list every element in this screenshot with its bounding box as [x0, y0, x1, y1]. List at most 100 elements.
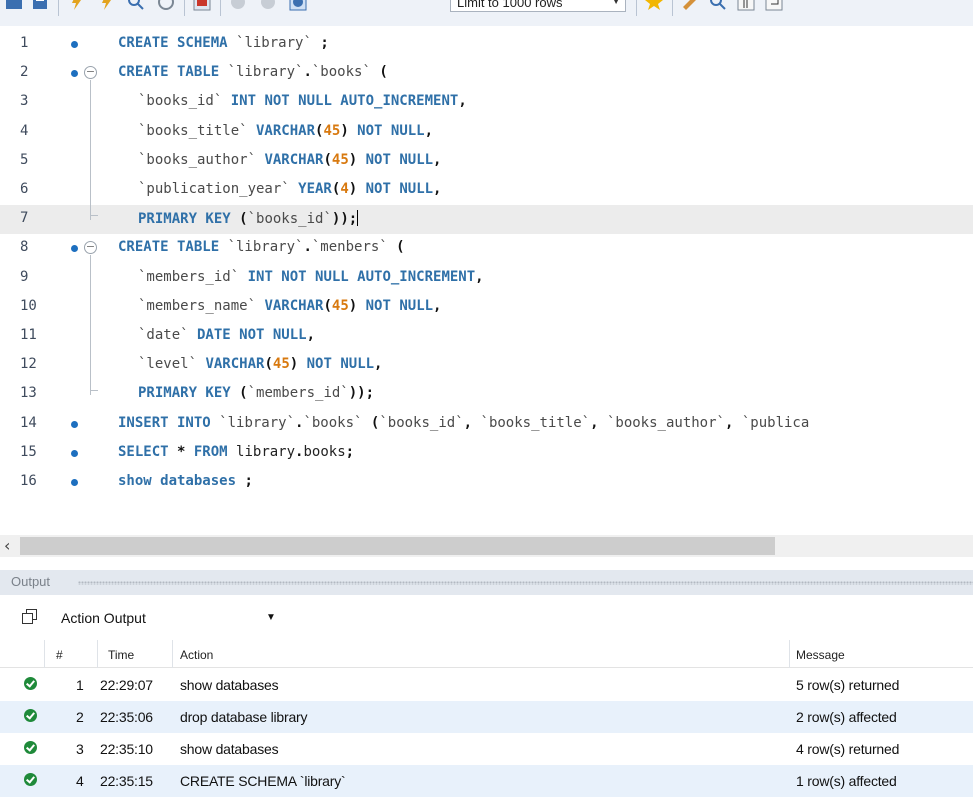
- row-number: 2: [76, 709, 84, 725]
- limit-rows-label: Limit to 1000 rows: [457, 0, 563, 10]
- line-number: 13: [20, 385, 37, 402]
- column-header-message[interactable]: Message: [796, 648, 845, 662]
- commit-icon[interactable]: [228, 0, 248, 12]
- execute-icon[interactable]: [66, 0, 86, 12]
- success-check-icon: [24, 709, 37, 722]
- editor-line[interactable]: 4 `books_title` VARCHAR(45) NOT NULL,: [0, 118, 973, 147]
- output-toolbar: Action Output ▼: [0, 595, 973, 639]
- chevron-down-icon: ▼: [611, 0, 621, 7]
- row-number: 4: [76, 773, 84, 789]
- column-header-time[interactable]: Time: [108, 648, 134, 662]
- wrap-icon[interactable]: [764, 0, 784, 12]
- copy-icon[interactable]: [22, 609, 37, 629]
- toolbar-separator: [58, 0, 59, 16]
- table-row[interactable]: 4 22:35:15 CREATE SCHEMA `library` 1 row(s)…: [0, 765, 973, 797]
- line-number: 15: [20, 443, 37, 460]
- editor-line[interactable]: 14 INSERT INTO `library`.`books` (`books_…: [0, 410, 973, 439]
- row-number: 1: [76, 677, 84, 693]
- sql-editor[interactable]: 1 CREATE SCHEMA `library` ; 2 − CREATE TABLE…: [0, 26, 973, 522]
- save-icon[interactable]: [30, 0, 50, 12]
- row-action: show databases: [180, 741, 279, 757]
- row-number: 3: [76, 741, 84, 757]
- statement-marker-icon: [71, 479, 78, 486]
- editor-line[interactable]: 1 CREATE SCHEMA `library` ;: [0, 30, 973, 59]
- panel-grip[interactable]: [78, 581, 973, 585]
- code-text: `books_title` VARCHAR(45) NOT NULL,: [138, 122, 434, 139]
- editor-line[interactable]: 16 show databases ;: [0, 468, 973, 497]
- code-text: `publication_year` YEAR(4) NOT NULL,: [138, 181, 442, 197]
- code-text: CREATE TABLE `library`.`books` (: [118, 64, 388, 81]
- column-header-action[interactable]: Action: [180, 648, 213, 662]
- table-row[interactable]: 2 22:35:06 drop database library 2 row(s) a…: [0, 701, 973, 733]
- editor-line[interactable]: 8 − CREATE TABLE `library`.`menbers` (: [0, 234, 973, 263]
- editor-line[interactable]: 7 PRIMARY KEY (`books_id`));: [0, 205, 973, 235]
- row-time: 22:35:10: [100, 741, 153, 757]
- stop-icon[interactable]: [156, 0, 176, 12]
- editor-line[interactable]: 15 SELECT * FROM library.books;: [0, 439, 973, 468]
- scroll-left-icon[interactable]: ‹: [4, 536, 10, 555]
- bookmark-add-icon[interactable]: [644, 0, 664, 12]
- table-header: # Time Action Message: [0, 640, 973, 668]
- line-number: 2: [20, 64, 29, 81]
- code-text: PRIMARY KEY (`members_id`));: [138, 385, 375, 402]
- fold-toggle-icon[interactable]: −: [84, 241, 97, 255]
- output-title: Output: [11, 574, 51, 589]
- editor-line[interactable]: 2 − CREATE TABLE `library`.`books` (: [0, 59, 973, 88]
- column-header-num[interactable]: #: [56, 648, 63, 662]
- editor-line[interactable]: 10 `members_name` VARCHAR(45) NOT NULL,: [0, 293, 973, 322]
- code-text: `books_author` VARCHAR(45) NOT NULL,: [138, 151, 442, 168]
- line-number: 5: [20, 151, 29, 168]
- line-number: 11: [20, 327, 37, 343]
- explain-icon[interactable]: [126, 0, 146, 12]
- code-text: `date` DATE NOT NULL,: [138, 327, 316, 343]
- statement-marker-icon: [71, 449, 78, 457]
- code-text: SELECT * FROM library.books;: [118, 443, 355, 460]
- code-text: show databases ;: [118, 473, 253, 489]
- line-number: 16: [20, 473, 37, 489]
- scrollbar-thumb[interactable]: [20, 537, 775, 555]
- editor-line[interactable]: 11 `date` DATE NOT NULL,: [0, 322, 973, 351]
- row-message: 4 row(s) returned: [796, 741, 900, 757]
- success-check-icon: [24, 677, 37, 690]
- rollback-icon[interactable]: [258, 0, 278, 12]
- invisible-chars-icon[interactable]: [736, 0, 756, 12]
- table-row[interactable]: 3 22:35:10 show databases 4 row(s) returned: [0, 733, 973, 765]
- limit-rows-select[interactable]: Limit to 1000 rows ▼: [450, 0, 626, 12]
- editor-line[interactable]: 5 `books_author` VARCHAR(45) NOT NULL,: [0, 147, 973, 176]
- row-message: 1 row(s) affected: [796, 773, 897, 789]
- column-divider[interactable]: [172, 640, 173, 668]
- code-text: CREATE SCHEMA `library` ;: [118, 35, 329, 51]
- column-divider[interactable]: [97, 640, 98, 668]
- toggle-results-icon[interactable]: [192, 0, 212, 12]
- line-number: 12: [20, 356, 37, 373]
- fold-guide-end: [90, 208, 98, 217]
- statement-marker-icon: [71, 70, 78, 78]
- editor-line[interactable]: 6 `publication_year` YEAR(4) NOT NULL,: [0, 176, 973, 205]
- row-action: drop database library: [180, 709, 308, 725]
- execute-current-icon[interactable]: [96, 0, 116, 12]
- row-action: CREATE SCHEMA `library`: [180, 773, 346, 789]
- editor-line[interactable]: 13 PRIMARY KEY (`members_id`));: [0, 380, 973, 409]
- line-number: 9: [20, 268, 29, 285]
- code-text: `members_id` INT NOT NULL AUTO_INCREMENT…: [138, 268, 484, 285]
- line-number: 1: [20, 35, 29, 51]
- beautify-icon[interactable]: [680, 0, 700, 12]
- success-check-icon: [24, 773, 37, 786]
- autocommit-icon[interactable]: [288, 0, 308, 12]
- column-divider[interactable]: [44, 640, 45, 668]
- row-time: 22:35:06: [100, 709, 153, 725]
- editor-line[interactable]: 12 `level` VARCHAR(45) NOT NULL,: [0, 351, 973, 380]
- horizontal-scrollbar[interactable]: ‹: [0, 535, 973, 557]
- fold-toggle-icon[interactable]: −: [84, 66, 97, 80]
- editor-line[interactable]: 3 `books_id` INT NOT NULL AUTO_INCREMENT,: [0, 88, 973, 117]
- output-type-select[interactable]: Action Output ▼: [50, 606, 282, 630]
- chevron-down-icon: ▼: [266, 612, 276, 623]
- code-text: INSERT INTO `library`.`books` (`books_id…: [118, 414, 810, 431]
- editor-line[interactable]: 9 `members_id` INT NOT NULL AUTO_INCREMEN…: [0, 264, 973, 293]
- output-panel-header: Output: [0, 570, 973, 595]
- column-divider[interactable]: [789, 640, 790, 668]
- fold-guide-end: [90, 383, 98, 392]
- table-row[interactable]: 1 22:29:07 show databases 5 row(s) returned: [0, 669, 973, 701]
- find-icon[interactable]: [708, 0, 728, 12]
- folder-open-icon[interactable]: [4, 0, 24, 12]
